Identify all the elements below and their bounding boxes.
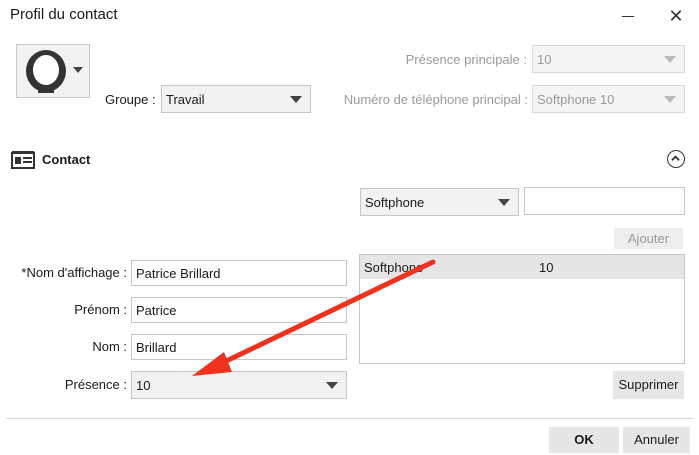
phone-row-type: Softphone (364, 260, 424, 275)
display-name-value: Patrice Brillard (136, 266, 221, 281)
phone-list[interactable]: Softphone 10 (359, 254, 685, 364)
phone-type-value: Softphone (365, 195, 425, 210)
add-phone-button[interactable]: Ajouter (614, 228, 683, 249)
phone-row-number: 10 (539, 260, 554, 275)
chevron-down-icon (498, 199, 510, 206)
display-name-label: *Nom d'affichage : (21, 265, 127, 280)
group-select-value: Travail (166, 92, 205, 107)
phone-principal-value: Softphone 10 (537, 92, 615, 107)
section-title-contact: Contact (42, 152, 91, 167)
last-name-value: Brillard (136, 340, 177, 355)
phone-principal-select: Softphone 10 (532, 85, 685, 113)
group-select[interactable]: Travail (161, 85, 311, 113)
first-name-field[interactable]: Patrice (131, 297, 347, 323)
ok-button[interactable]: OK (549, 427, 619, 453)
display-name-field[interactable]: Patrice Brillard (131, 260, 347, 286)
last-name-field[interactable]: Brillard (131, 334, 347, 360)
first-name-value: Patrice (136, 303, 177, 318)
presence-label: Présence : (64, 377, 127, 392)
window-title: Profil du contact (10, 6, 118, 23)
chevron-down-icon (290, 96, 302, 103)
cancel-button[interactable]: Annuler (623, 427, 690, 453)
list-item[interactable]: Softphone 10 (360, 255, 684, 279)
title-bar: Profil du contact ✕ (0, 0, 699, 32)
presence-principale-select: 10 (532, 45, 685, 73)
close-icon[interactable]: ✕ (656, 0, 696, 32)
presence-select[interactable]: 10 (131, 371, 347, 399)
group-label: Groupe : (105, 92, 156, 107)
chevron-down-icon (73, 67, 83, 73)
chevron-up-icon (671, 155, 680, 161)
presence-principale-label: Présence principale : (405, 52, 527, 67)
minimize-icon[interactable] (614, 0, 642, 32)
avatar-button[interactable] (16, 44, 90, 98)
chevron-down-icon (664, 96, 676, 103)
footer-divider (6, 418, 693, 419)
phone-principal-label: Numéro de téléphone principal : (343, 92, 528, 107)
last-name-label: Nom : (92, 339, 127, 354)
presence-principale-value: 10 (537, 52, 552, 67)
remove-phone-button[interactable]: Supprimer (613, 371, 684, 399)
contact-card-icon (11, 151, 35, 169)
phone-number-input[interactable] (524, 187, 685, 215)
phone-type-select[interactable]: Softphone (360, 188, 519, 216)
avatar-icon (26, 50, 66, 93)
chevron-down-icon (664, 56, 676, 63)
presence-value: 10 (136, 378, 151, 393)
first-name-label: Prénom : (74, 302, 127, 317)
chevron-down-icon (326, 382, 338, 389)
collapse-section-button[interactable] (667, 150, 685, 168)
